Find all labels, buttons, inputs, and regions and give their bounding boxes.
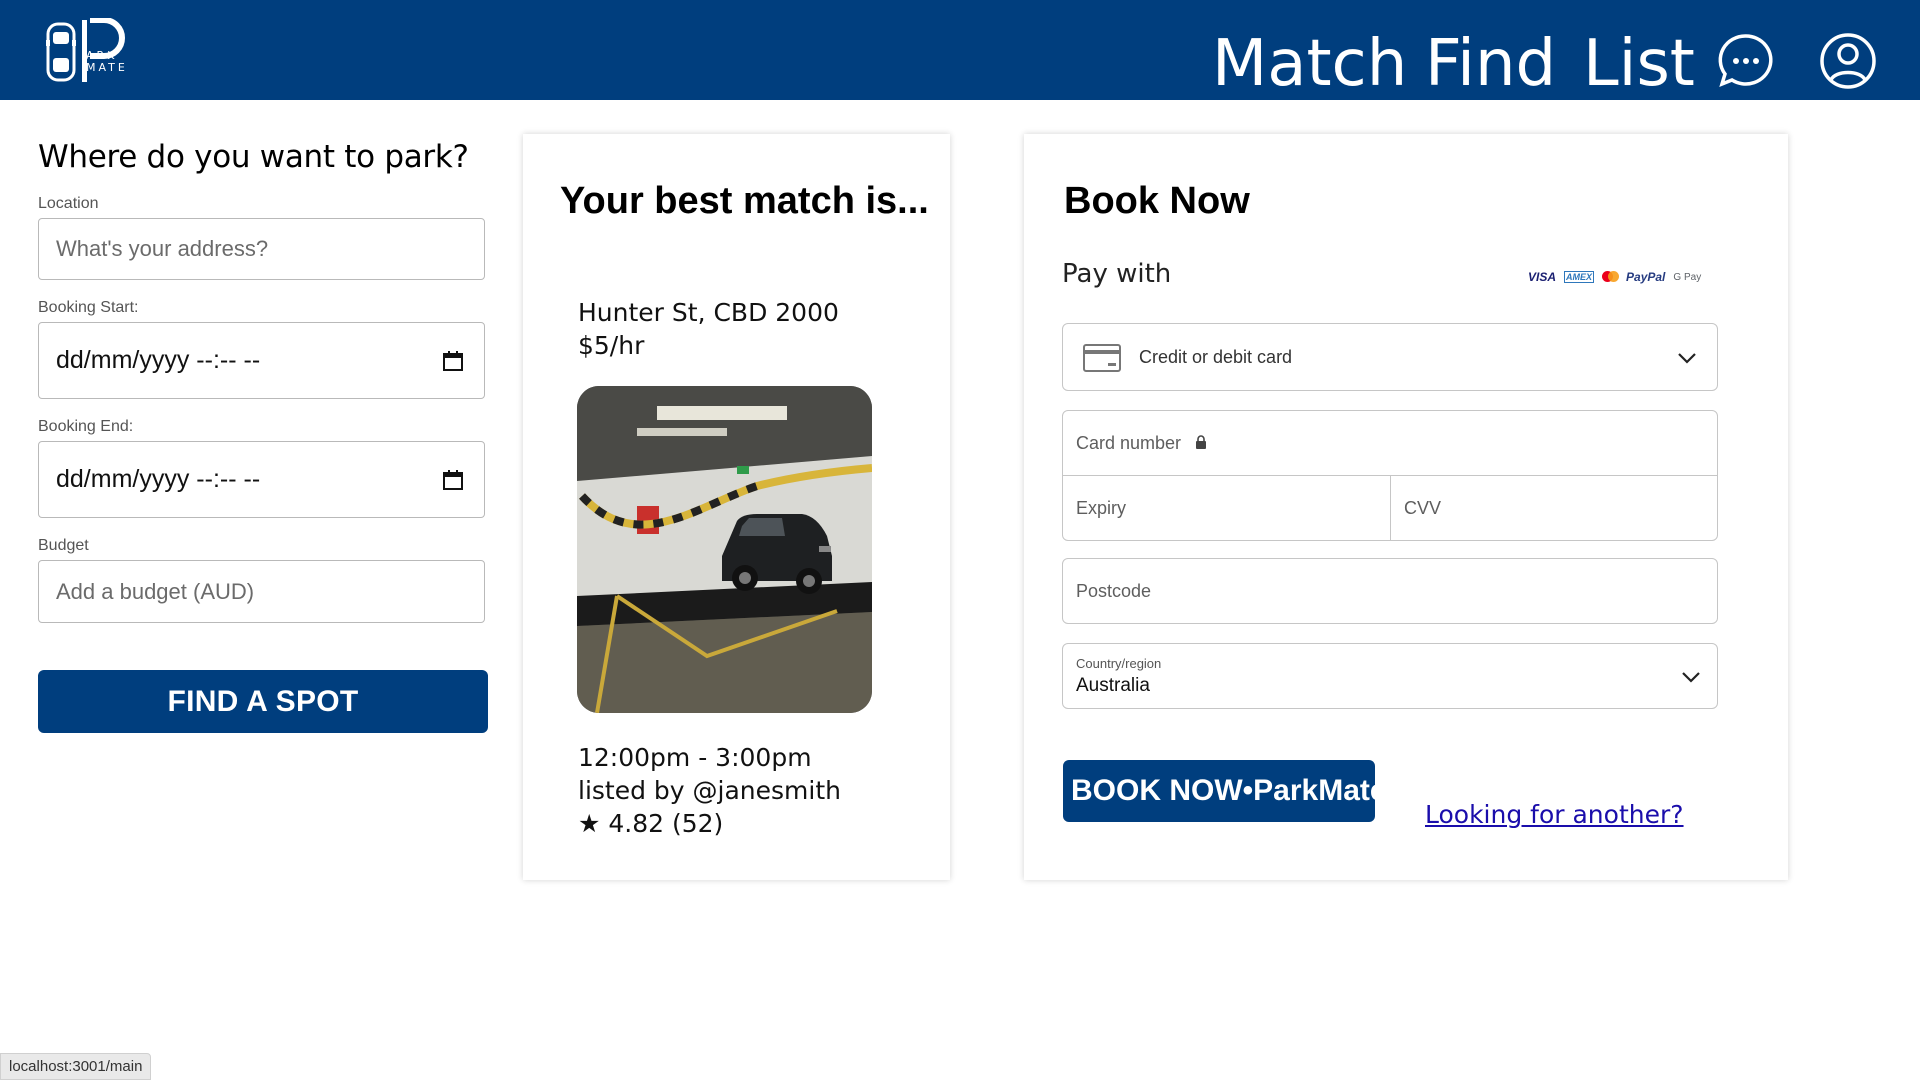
match-rating: ★ 4.82 (52) <box>578 809 724 838</box>
nav-find[interactable]: Find <box>1425 26 1556 102</box>
paypal-logo: PayPal <box>1626 270 1666 284</box>
budget-label: Budget <box>38 537 89 554</box>
booking-start-input[interactable]: dd/mm/yyyy --:-- -- <box>38 322 485 399</box>
logo-text: ARK MATE <box>86 49 128 74</box>
chat-bubble-icon[interactable] <box>1717 32 1775 90</box>
search-title: Where do you want to park? <box>38 139 469 175</box>
gpay-logo: G Pay <box>1673 271 1702 283</box>
location-placeholder: What's your address? <box>56 236 269 261</box>
expiry-input[interactable]: Expiry <box>1062 475 1391 541</box>
postcode-placeholder: Postcode <box>1076 581 1152 601</box>
calendar-icon[interactable] <box>442 469 464 491</box>
budget-input[interactable]: Add a budget (AUD) <box>38 560 485 623</box>
cvv-placeholder: CVV <box>1404 498 1442 518</box>
payment-method-label: Credit or debit card <box>1139 347 1293 367</box>
match-time: 12:00pm - 3:00pm <box>578 743 812 772</box>
calendar-icon[interactable] <box>442 350 464 372</box>
book-title: Book Now <box>1064 180 1250 222</box>
booking-end-value: dd/mm/yyyy --:-- -- <box>56 465 261 493</box>
country-value: Australia <box>1076 675 1150 696</box>
credit-card-icon <box>1083 344 1121 372</box>
pay-with-label: Pay with <box>1062 259 1172 289</box>
cvv-input[interactable]: CVV <box>1390 475 1718 541</box>
parking-spot-photo <box>577 386 872 713</box>
postcode-input[interactable]: Postcode <box>1062 558 1718 624</box>
status-bar-url: localhost:3001/main <box>0 1053 152 1080</box>
chevron-down-icon[interactable] <box>1681 667 1701 687</box>
booking-start-value: dd/mm/yyyy --:-- -- <box>56 346 261 374</box>
user-circle-icon[interactable] <box>1819 32 1877 90</box>
match-address: Hunter St, CBD 2000 <box>578 298 839 327</box>
match-title: Your best match is... <box>560 180 929 222</box>
card-number-placeholder: Card number <box>1076 433 1182 453</box>
parkmate-logo[interactable]: ARK MATE <box>46 17 166 86</box>
nav-match[interactable]: Match <box>1212 26 1407 102</box>
booking-end-input[interactable]: dd/mm/yyyy --:-- -- <box>38 441 485 518</box>
location-input[interactable]: What's your address? <box>38 218 485 280</box>
booking-start-label: Booking Start: <box>38 299 139 316</box>
top-nav-bar: ARK MATE Match Find List <box>0 0 1920 102</box>
book-now-button[interactable]: BOOK NOW•ParkMate <box>1063 760 1375 822</box>
card-number-input[interactable]: Card number <box>1062 410 1718 476</box>
location-label: Location <box>38 195 99 212</box>
payment-method-select[interactable]: Credit or debit card <box>1062 323 1718 391</box>
expiry-placeholder: Expiry <box>1076 498 1127 518</box>
amex-logo: AMEX <box>1564 271 1595 283</box>
find-a-spot-button[interactable]: FIND A SPOT <box>38 670 488 733</box>
visa-logo: VISA <box>1528 270 1557 284</box>
match-price: $5/hr <box>578 331 645 360</box>
country-label: Country/region <box>1076 656 1162 671</box>
mastercard-icon <box>1602 271 1620 283</box>
budget-placeholder: Add a budget (AUD) <box>56 578 255 604</box>
payment-brand-logos: VISA AMEX PayPal G Pay <box>1528 270 1701 284</box>
looking-for-another-link[interactable]: Looking for another? <box>1425 800 1684 829</box>
lock-icon <box>1196 435 1206 449</box>
country-select[interactable]: Country/region Australia <box>1062 643 1718 709</box>
book-now-card: Book Now Pay with VISA AMEX PayPal G Pay… <box>1024 134 1788 880</box>
nav-list[interactable]: List <box>1583 26 1695 102</box>
best-match-card: Your best match is... Hunter St, CBD 200… <box>523 134 950 880</box>
match-listed-by: listed by @janesmith <box>578 776 841 805</box>
booking-end-label: Booking End: <box>38 418 134 435</box>
chevron-down-icon[interactable] <box>1677 348 1697 368</box>
